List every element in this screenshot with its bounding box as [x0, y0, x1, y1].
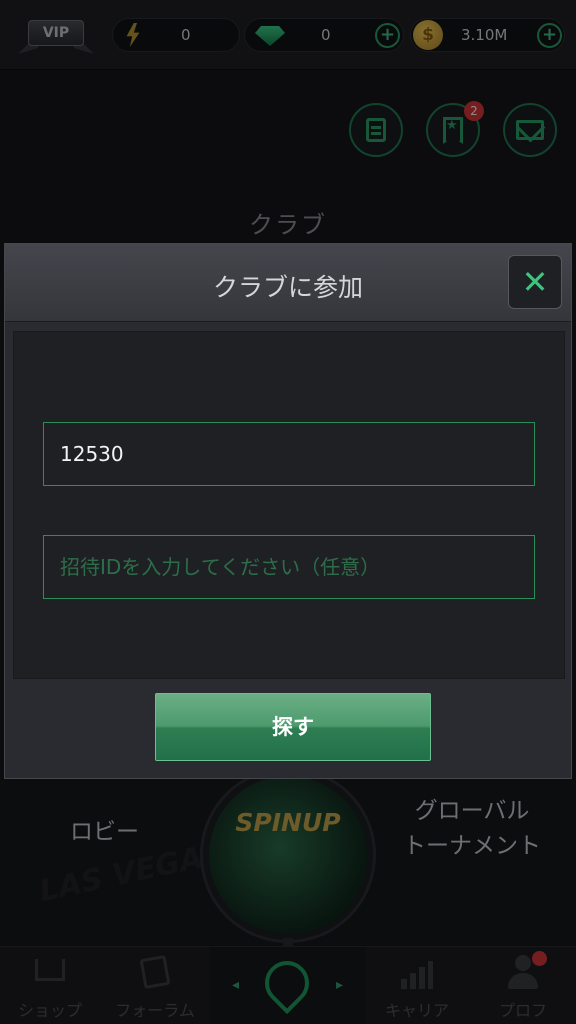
invite-id-field[interactable]	[43, 535, 535, 599]
dialog-body	[13, 331, 565, 679]
club-id-field[interactable]	[43, 422, 535, 486]
close-icon: ✕	[521, 263, 549, 301]
invite-id-input[interactable]	[44, 536, 534, 598]
dialog-title: クラブに参加	[212, 273, 363, 302]
join-club-dialog: クラブに参加 ✕ 探す	[4, 243, 572, 779]
dialog-header: クラブに参加 ✕	[5, 244, 571, 322]
close-button[interactable]: ✕	[508, 255, 562, 309]
club-id-input[interactable]	[44, 423, 534, 485]
search-button[interactable]: 探す	[155, 693, 431, 761]
